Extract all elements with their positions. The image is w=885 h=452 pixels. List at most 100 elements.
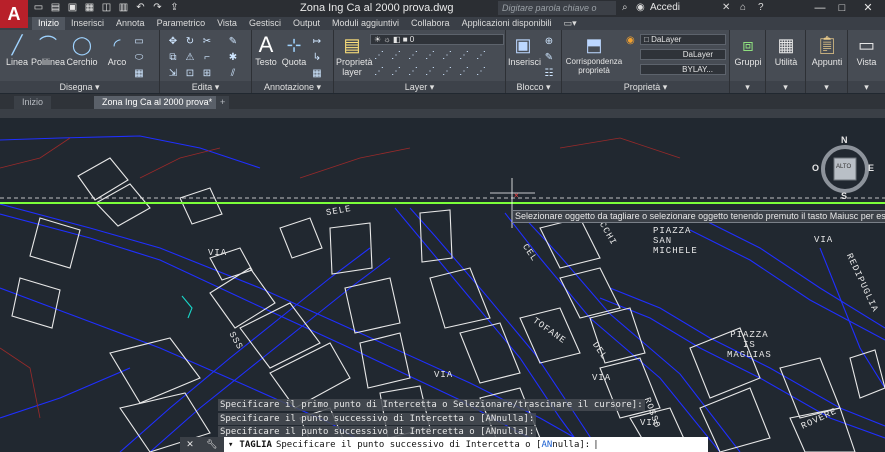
new-tab-button[interactable]: +	[216, 96, 230, 109]
user-icon[interactable]: ◉	[636, 2, 645, 13]
table-icon[interactable]: ▦	[310, 66, 324, 81]
ribbon-options-icon[interactable]: ▭▾	[558, 17, 583, 30]
layer-lock-icon[interactable]: ⋰	[423, 48, 437, 63]
layer-merge-icon[interactable]: ⋰	[457, 64, 471, 79]
layer-thaw-icon[interactable]: ⋰	[406, 64, 420, 79]
panel-draw-label[interactable]: Disegna ▾	[0, 81, 159, 93]
layer-change-icon[interactable]: ⋰	[440, 64, 454, 79]
arc-tool[interactable]: ◜ Arco	[104, 33, 130, 67]
tab-inizio[interactable]: Inizio	[32, 17, 66, 30]
new-icon[interactable]: ▭	[32, 2, 45, 14]
plot-icon[interactable]: ▥	[117, 2, 130, 14]
dimension-tool[interactable]: ⊹ Quota	[280, 33, 308, 67]
circle-tool[interactable]: ◯ Cerchio	[66, 33, 98, 67]
search-icon[interactable]: ⌕	[622, 2, 628, 13]
view-tool[interactable]: ▭ Vista	[850, 33, 883, 67]
tab-output[interactable]: Output	[287, 17, 326, 30]
application-menu-button[interactable]: A	[0, 0, 28, 28]
tab-applicazioni[interactable]: Applicazioni disponibili	[456, 17, 558, 30]
layer-dropdown[interactable]: ☀ ☼ ◧ ■ 0	[370, 34, 504, 45]
polyline-tool[interactable]: ⌒ Polilinea	[30, 33, 66, 67]
layer-iso-icon[interactable]: ⋰	[372, 48, 386, 63]
tab-vista[interactable]: Vista	[211, 17, 243, 30]
share-icon[interactable]: ⇪	[168, 2, 181, 14]
panel-block-label[interactable]: Blocco ▾	[506, 81, 561, 93]
panel-utilities-expand[interactable]: ▾	[766, 81, 805, 93]
tab-active-drawing[interactable]: Zona Ing Ca al 2000 prova*	[94, 96, 221, 109]
layer-properties-tool[interactable]: ▤ Proprietà layer	[336, 33, 373, 77]
layer-match-icon[interactable]: ⋰	[440, 48, 454, 63]
move-icon[interactable]: ✥	[166, 34, 180, 49]
trim-icon[interactable]: ✂	[200, 34, 214, 49]
panel-groups-expand[interactable]: ▾	[730, 81, 765, 93]
array-icon[interactable]: ⊞	[200, 66, 214, 81]
help-icon[interactable]: ?	[758, 2, 764, 13]
layer-prev-icon[interactable]: ⋰	[457, 48, 471, 63]
command-option-key[interactable]: AN	[541, 440, 552, 450]
compass-north[interactable]: N	[841, 135, 848, 145]
tab-parametrico[interactable]: Parametrico	[151, 17, 212, 30]
tab-gestisci[interactable]: Gestisci	[243, 17, 287, 30]
undo-icon[interactable]: ↶	[134, 2, 147, 14]
tab-collabora[interactable]: Collabora	[405, 17, 456, 30]
rotate-icon[interactable]: ↻	[183, 34, 197, 49]
close-command-line-icon[interactable]: ✕	[186, 439, 194, 450]
panel-layer-label[interactable]: Layer ▾	[334, 81, 505, 93]
compass-south[interactable]: S	[841, 191, 847, 201]
layer-unlock-icon[interactable]: ⋰	[423, 64, 437, 79]
stretch-icon[interactable]: ⇲	[166, 66, 180, 81]
mleader-icon[interactable]: ↳	[310, 50, 324, 65]
exchange-icon[interactable]: ✕	[722, 2, 730, 13]
layer-freeze-icon[interactable]: ⋰	[406, 48, 420, 63]
panel-clipboard-expand[interactable]: ▾	[806, 81, 847, 93]
panel-properties-label[interactable]: Proprietà ▾	[562, 81, 729, 93]
lineweight-dropdown[interactable]: BYLAY...	[640, 64, 726, 75]
fillet-icon[interactable]: ⌐	[200, 50, 214, 65]
groups-tool[interactable]: ⧈ Gruppi	[732, 33, 764, 67]
rectangle-icon[interactable]: ▭	[132, 34, 146, 49]
edit-block-icon[interactable]: ✎	[542, 50, 556, 65]
tab-moduli-aggiuntivi[interactable]: Moduli aggiuntivi	[326, 17, 405, 30]
save-icon[interactable]: ▣	[66, 2, 79, 14]
layer-on-icon[interactable]: ⋰	[389, 64, 403, 79]
copy-icon[interactable]: ⧉	[166, 50, 180, 65]
text-tool[interactable]: A Testo	[254, 33, 278, 68]
layer-unisolate-icon[interactable]: ⋰	[372, 64, 386, 79]
search-input[interactable]: Digitare parola chiave o frase	[498, 1, 616, 27]
saveas-icon[interactable]: ▦	[83, 2, 96, 14]
customize-icon[interactable]: 🔧︎	[206, 439, 217, 450]
compass-west[interactable]: O	[812, 163, 819, 173]
layer-delete-icon[interactable]: ⋰	[474, 64, 488, 79]
explode-icon[interactable]: ✱	[226, 50, 240, 65]
create-block-icon[interactable]: ⊕	[542, 34, 556, 49]
web-icon[interactable]: ◫	[100, 2, 113, 14]
linetype-dropdown[interactable]: DaLayer	[640, 49, 726, 60]
layer-off-icon[interactable]: ⋰	[389, 48, 403, 63]
compass-east[interactable]: E	[868, 163, 874, 173]
layer-walk-icon[interactable]: ⋰	[474, 48, 488, 63]
color-dropdown[interactable]: □ DaLayer	[640, 34, 726, 45]
close-button[interactable]: ✕	[848, 0, 885, 16]
login-button[interactable]: Accedi	[650, 2, 680, 13]
panel-view-expand[interactable]: ▾	[848, 81, 885, 93]
command-dropdown-icon[interactable]: ▾	[228, 440, 233, 450]
attribute-icon[interactable]: ☷	[542, 66, 556, 81]
drawing-canvas[interactable]: × VIA VIA VIA VIA VIA TOFANE DEL CEL SSS…	[0, 118, 885, 452]
line-tool[interactable]: ╱ Linea	[4, 33, 30, 67]
erase-icon[interactable]: ✎	[226, 34, 240, 49]
match-properties-tool[interactable]: ⬒ Corrispondenza proprietà	[564, 33, 624, 75]
autodesk360-icon[interactable]: ⌂	[740, 2, 746, 13]
redo-icon[interactable]: ↷	[151, 2, 164, 14]
command-line[interactable]: ✕ 🔧︎ ▾ TAGLIA Specificare il punto succe…	[180, 437, 708, 452]
scale-icon[interactable]: ⊡	[183, 66, 197, 81]
viewcube-top-face[interactable]: ALTO	[836, 164, 851, 170]
tab-annota[interactable]: Annota	[110, 17, 151, 30]
viewcube[interactable]: N S E O ALTO	[812, 133, 878, 203]
mirror-icon[interactable]: ⚠	[183, 50, 197, 65]
hatch-icon[interactable]: ▦	[132, 66, 146, 81]
insert-block-tool[interactable]: ▣ Inserisci	[508, 33, 541, 67]
tab-start[interactable]: Inizio	[14, 96, 52, 109]
leader-icon[interactable]: ↦	[310, 34, 324, 49]
clipboard-tool[interactable]: 📋︎ Appunti	[808, 33, 846, 67]
tab-inserisci[interactable]: Inserisci	[65, 17, 110, 30]
